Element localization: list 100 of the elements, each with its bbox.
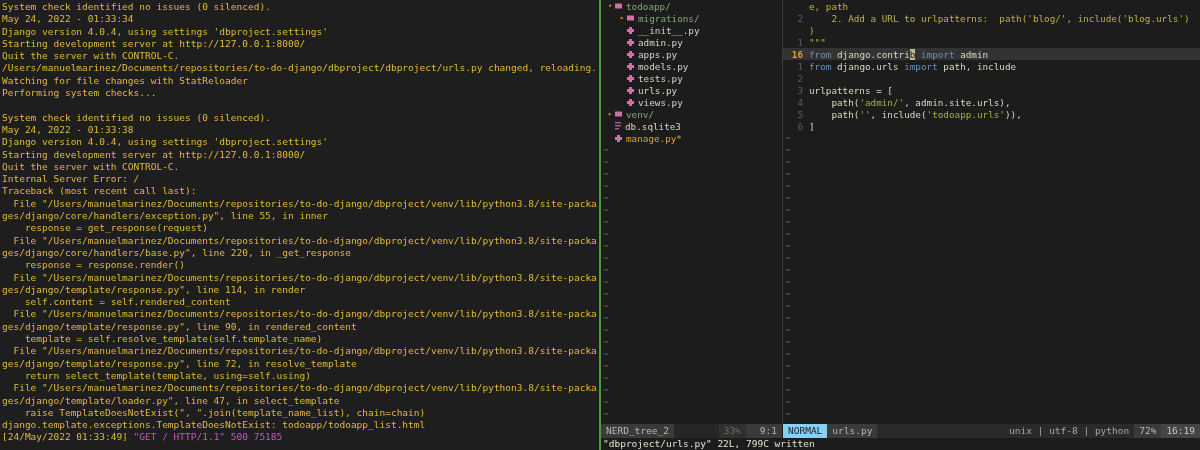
empty-line-marker: ~ <box>602 181 609 191</box>
terminal-line: ges/django/core/handlers/base.py", line 220, in _get_response <box>1 246 352 260</box>
empty-line-marker: ~ <box>602 397 609 407</box>
empty-line-marker: ~ <box>602 385 609 395</box>
tree-item[interactable]: __init__.py <box>601 24 782 36</box>
terminal-line: Starting development server at http://127.0.0.1:8000/ <box>1 37 307 51</box>
empty-line-marker: ~ <box>784 169 791 179</box>
empty-line-marker: ~ <box>784 145 791 155</box>
file-icon <box>627 98 634 106</box>
terminal-line: ges/django/core/handlers/exception.py", line 55, in inner <box>1 210 329 223</box>
tree-item[interactable]: manage.py* <box>601 132 782 144</box>
file-icon <box>627 86 634 94</box>
tree-item[interactable]: urls.py <box>601 84 782 96</box>
empty-line-marker: ~ <box>602 277 609 287</box>
empty-line-marker: ~ <box>784 409 791 419</box>
mode-indicator: NORMAL <box>783 424 828 438</box>
terminal-line: System check identified no issues (0 silenced). <box>1 111 272 124</box>
terminal-line: return select_template(template, using=self.using) <box>23 369 312 383</box>
code-line: e, path <box>808 0 850 12</box>
tree-item[interactable]: apps.py <box>601 48 782 60</box>
empty-line-marker: ~ <box>784 205 791 215</box>
empty-line-marker: ~ <box>602 145 609 155</box>
terminal-line: Starting development server at http://127.0.0.1:8000/ <box>1 148 307 161</box>
file-icon <box>615 134 622 142</box>
empty-line-marker: ~ <box>784 181 791 191</box>
terminal-line: May 24, 2022 - 01:33:34 <box>1 13 135 26</box>
empty-line-marker: ~ <box>602 301 609 311</box>
file-icon <box>627 74 634 82</box>
terminal-line: [24/May/2022 01:33:49] "GET / HTTP/1.1" 500 75185 <box>1 431 284 444</box>
terminal-line: Quit the server with CONTROL-C. <box>1 160 181 174</box>
empty-line-marker: ~ <box>784 133 791 143</box>
file-icon <box>627 62 634 70</box>
tree-item[interactable]: models.py <box>601 60 782 72</box>
terminal-line: ges/django/template/loader.py", line 47, in select_template <box>1 394 341 407</box>
terminal-line: /Users/manuelmarinez/Documents/repositories/to-do-django/dbproject/dbproject/urls.py changed, reloading. <box>1 62 598 75</box>
scroll-percent: 72% <box>1134 424 1162 438</box>
tree-item[interactable]: views.py <box>601 96 782 108</box>
empty-line-marker: ~ <box>602 157 609 167</box>
terminal-line: raise TemplateDoesNotExist(", ".join(template_name_list), chain=chain) <box>23 406 427 420</box>
terminal-line: File "/Users/manuelmarinez/Documents/repositories/to-do-django/dbproject/venv/lib/python3.8/site-packa <box>12 271 598 284</box>
terminal-line: File "/Users/manuelmarinez/Documents/repositories/to-do-django/dbproject/venv/lib/python3.8/site-packa <box>12 345 598 358</box>
empty-line-marker: ~ <box>602 337 609 347</box>
empty-line-marker: ~ <box>784 385 791 395</box>
terminal-line: template = self.resolve_template(self.template_name) <box>23 333 324 346</box>
empty-line-marker: ~ <box>784 193 791 203</box>
code-line: 2 <box>796 72 804 84</box>
terminal-line: ges/django/template/response.py", line 72, in resolve_template <box>1 357 358 370</box>
empty-line-marker: ~ <box>784 361 791 371</box>
empty-line-marker: ~ <box>784 373 791 383</box>
file-icon <box>627 50 634 58</box>
code-line: 3 urlpatterns = [ <box>796 84 894 96</box>
empty-line-marker: ~ <box>602 373 609 383</box>
empty-line-marker: ~ <box>602 313 609 323</box>
code-line: 1 from django.urls import path, include <box>796 60 1018 72</box>
terminal-line: File "/Users/manuelmarinez/Documents/repositories/to-do-django/dbproject/venv/lib/python3.8/site-packa <box>12 197 598 211</box>
terminal-line: django.template.exceptions.TemplateDoesNotExist: todoapp/todoapp_list.html <box>1 419 427 432</box>
empty-line-marker: ~ <box>784 277 791 287</box>
code-line: ) <box>808 24 816 36</box>
terminal-line: Performing system checks... <box>1 87 158 100</box>
tree-item[interactable]: admin.py <box>601 36 782 48</box>
empty-line-marker: ~ <box>602 205 609 215</box>
empty-line-marker: ~ <box>784 325 791 335</box>
cursor-position: 9:1 <box>745 424 782 438</box>
cursor-position: 16:19 <box>1161 424 1200 438</box>
empty-line-marker: ~ <box>784 301 791 311</box>
empty-line-marker: ~ <box>784 265 791 275</box>
terminal-line: Django version 4.0.4, using settings 'dbproject.settings' <box>1 136 329 149</box>
empty-line-marker: ~ <box>784 313 791 323</box>
command-line: "dbproject/urls.py" 22L, 799C written <box>602 438 816 450</box>
empty-line-marker: ~ <box>602 193 609 203</box>
empty-line-marker: ~ <box>784 253 791 263</box>
file-icon <box>627 38 634 46</box>
terminal-line: ges/django/template/response.py", line 114, in render <box>1 283 307 297</box>
folder-icon <box>615 111 622 117</box>
terminal-line: Quit the server with CONTROL-C. <box>1 50 181 63</box>
tree-item[interactable]: db.sqlite3 <box>601 120 782 132</box>
empty-line-marker: ~ <box>784 241 791 251</box>
terminal-line: response = get_response(request) <box>23 222 209 235</box>
empty-line-marker: ~ <box>602 169 609 179</box>
tree-item[interactable]: tests.py <box>601 72 782 84</box>
code-line: 4 path('admin/', admin.site.urls), <box>796 96 1012 108</box>
terminal-line: May 24, 2022 - 01:33:38 <box>1 123 135 137</box>
empty-line-marker: ~ <box>784 229 791 239</box>
empty-line-marker: ~ <box>602 265 609 275</box>
terminal-line: System check identified no issues (0 silenced). <box>1 1 272 14</box>
terminal-line: Watching for file changes with StatReloader <box>1 74 249 88</box>
empty-line-marker: ~ <box>602 253 609 263</box>
code-line: 6 ] <box>796 120 816 132</box>
terminal-line: File "/Users/manuelmarinez/Documents/repositories/to-do-django/dbproject/venv/lib/python3.8/site-packa <box>12 308 598 321</box>
terminal-line: File "/Users/manuelmarinez/Documents/repositories/to-do-django/dbproject/venv/lib/python3.8/site-packa <box>12 382 598 395</box>
empty-line-marker: ~ <box>602 241 609 251</box>
empty-line-marker: ~ <box>602 325 609 335</box>
code-line: 1 """ <box>796 36 827 48</box>
empty-line-marker: ~ <box>602 409 609 419</box>
list-icon <box>615 122 621 130</box>
empty-line-marker: ~ <box>602 289 609 299</box>
buffer-name: NERD_tree_2 <box>601 424 674 438</box>
empty-line-marker: ~ <box>602 229 609 239</box>
empty-line-marker: ~ <box>784 337 791 347</box>
empty-line-marker: ~ <box>784 397 791 407</box>
